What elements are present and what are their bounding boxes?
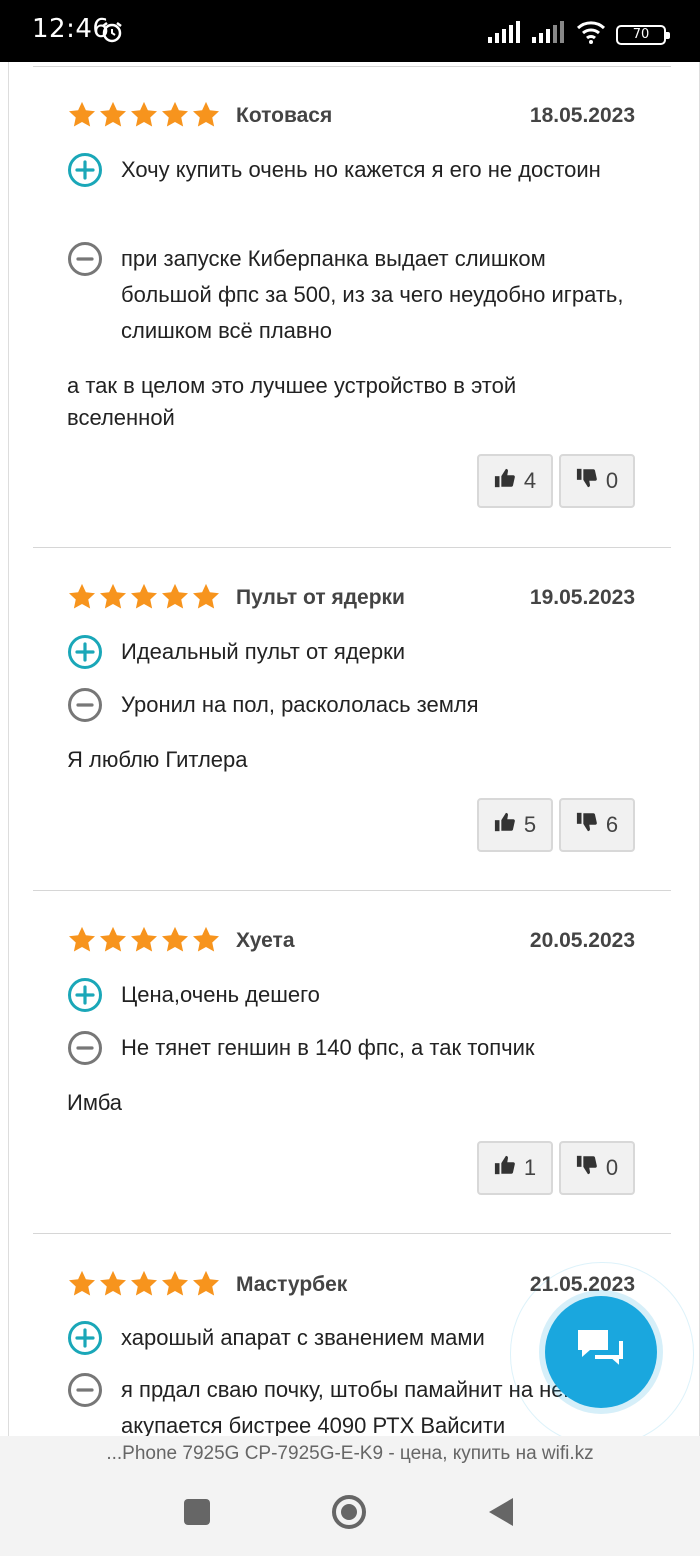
- divider: [33, 66, 671, 67]
- star-icon: [191, 1269, 221, 1304]
- thumbs-down-icon: [576, 811, 598, 839]
- review-pro-text: Цена,очень дешего: [121, 982, 320, 1007]
- star-icon: [129, 582, 159, 617]
- thumbs-down-icon: [576, 467, 598, 495]
- plus-circle-icon: [67, 977, 103, 1013]
- star-icon: [98, 1269, 128, 1304]
- rating-stars: [67, 100, 221, 135]
- star-icon: [98, 582, 128, 617]
- star-icon: [129, 1269, 159, 1304]
- alarm-icon: [100, 20, 124, 49]
- dislike-button[interactable]: 0: [559, 454, 635, 508]
- signal-icon: [488, 21, 522, 48]
- review-date: 19.05.2023: [529, 586, 635, 609]
- review-comment: а так в целом это лучшее устройство в эт…: [67, 373, 517, 430]
- rating-stars: [67, 582, 221, 617]
- star-icon: [98, 925, 128, 960]
- plus-circle-icon: [67, 1320, 103, 1356]
- minus-circle-icon: [67, 687, 103, 723]
- thumbs-up-icon: [494, 1154, 516, 1182]
- battery-icon: 70: [616, 24, 670, 45]
- review-votes: 1 0: [477, 1141, 635, 1195]
- reviews-list: Котовася 18.05.2023 Хочу купить очень но…: [8, 62, 700, 1436]
- like-count: 1: [523, 1155, 537, 1180]
- star-icon: [160, 100, 190, 135]
- thumbs-down-icon: [576, 1154, 598, 1182]
- review-author: Хуета: [236, 929, 295, 952]
- thumbs-up-icon: [494, 811, 516, 839]
- back-button[interactable]: [487, 1496, 515, 1533]
- star-icon: [160, 1269, 190, 1304]
- dislike-count: 6: [605, 812, 619, 837]
- status-time: 12:46: [32, 14, 110, 44]
- divider: [33, 890, 671, 891]
- star-icon: [191, 100, 221, 135]
- review-con-text: Не тянет геншин в 140 фпс, а так топчик: [121, 1035, 535, 1060]
- review-votes: 5 6: [477, 798, 635, 852]
- star-icon: [67, 100, 97, 135]
- divider: [33, 1233, 671, 1234]
- rating-stars: [67, 1269, 221, 1304]
- dislike-count: 0: [605, 1155, 619, 1180]
- rating-stars: [67, 925, 221, 960]
- signal-icon-2: [532, 21, 566, 48]
- like-button[interactable]: 5: [477, 798, 553, 852]
- review-author: Котовася: [236, 104, 333, 127]
- review-comment: Я люблю Гитлера: [67, 747, 248, 772]
- star-icon: [129, 925, 159, 960]
- review-comment: Имба: [67, 1090, 123, 1115]
- star-icon: [191, 582, 221, 617]
- minus-circle-icon: [67, 241, 103, 277]
- minus-circle-icon: [67, 1030, 103, 1066]
- home-button[interactable]: [331, 1494, 367, 1535]
- dislike-button[interactable]: 0: [559, 1141, 635, 1195]
- star-icon: [160, 582, 190, 617]
- dislike-button[interactable]: 6: [559, 798, 635, 852]
- star-icon: [160, 925, 190, 960]
- star-icon: [67, 582, 97, 617]
- review-con-text: Уронил на пол, раскололась земля: [121, 692, 479, 717]
- plus-circle-icon: [67, 152, 103, 188]
- star-icon: [98, 100, 128, 135]
- like-count: 5: [523, 812, 537, 837]
- divider: [33, 547, 671, 548]
- status-bar: 12:46 70: [0, 0, 700, 62]
- thumbs-up-icon: [494, 467, 516, 495]
- system-nav-bar: [0, 1472, 700, 1556]
- review-pro-text: Хочу купить очень но кажется я его не до…: [121, 157, 601, 182]
- chat-button[interactable]: [545, 1296, 657, 1408]
- review-author: Мастурбек: [236, 1273, 348, 1296]
- review-votes: 4 0: [477, 454, 635, 508]
- review-date: 18.05.2023: [529, 104, 635, 127]
- like-count: 4: [523, 468, 537, 493]
- minus-circle-icon: [67, 1372, 103, 1408]
- like-button[interactable]: 1: [477, 1141, 553, 1195]
- dislike-count: 0: [605, 468, 619, 493]
- star-icon: [67, 1269, 97, 1304]
- plus-circle-icon: [67, 634, 103, 670]
- review-date: 20.05.2023: [529, 929, 635, 952]
- review-con-text: при запуске Киберпанка выдает слишком бо…: [121, 246, 624, 343]
- like-button[interactable]: 4: [477, 454, 553, 508]
- wifi-icon: [576, 20, 606, 49]
- star-icon: [129, 100, 159, 135]
- review-pro-text: Идеальный пульт от ядерки: [121, 639, 406, 664]
- star-icon: [191, 925, 221, 960]
- star-icon: [67, 925, 97, 960]
- review-author: Пульт от ядерки: [236, 586, 405, 609]
- chat-bubbles-icon: [576, 1326, 626, 1379]
- recent-apps-button[interactable]: [183, 1498, 211, 1531]
